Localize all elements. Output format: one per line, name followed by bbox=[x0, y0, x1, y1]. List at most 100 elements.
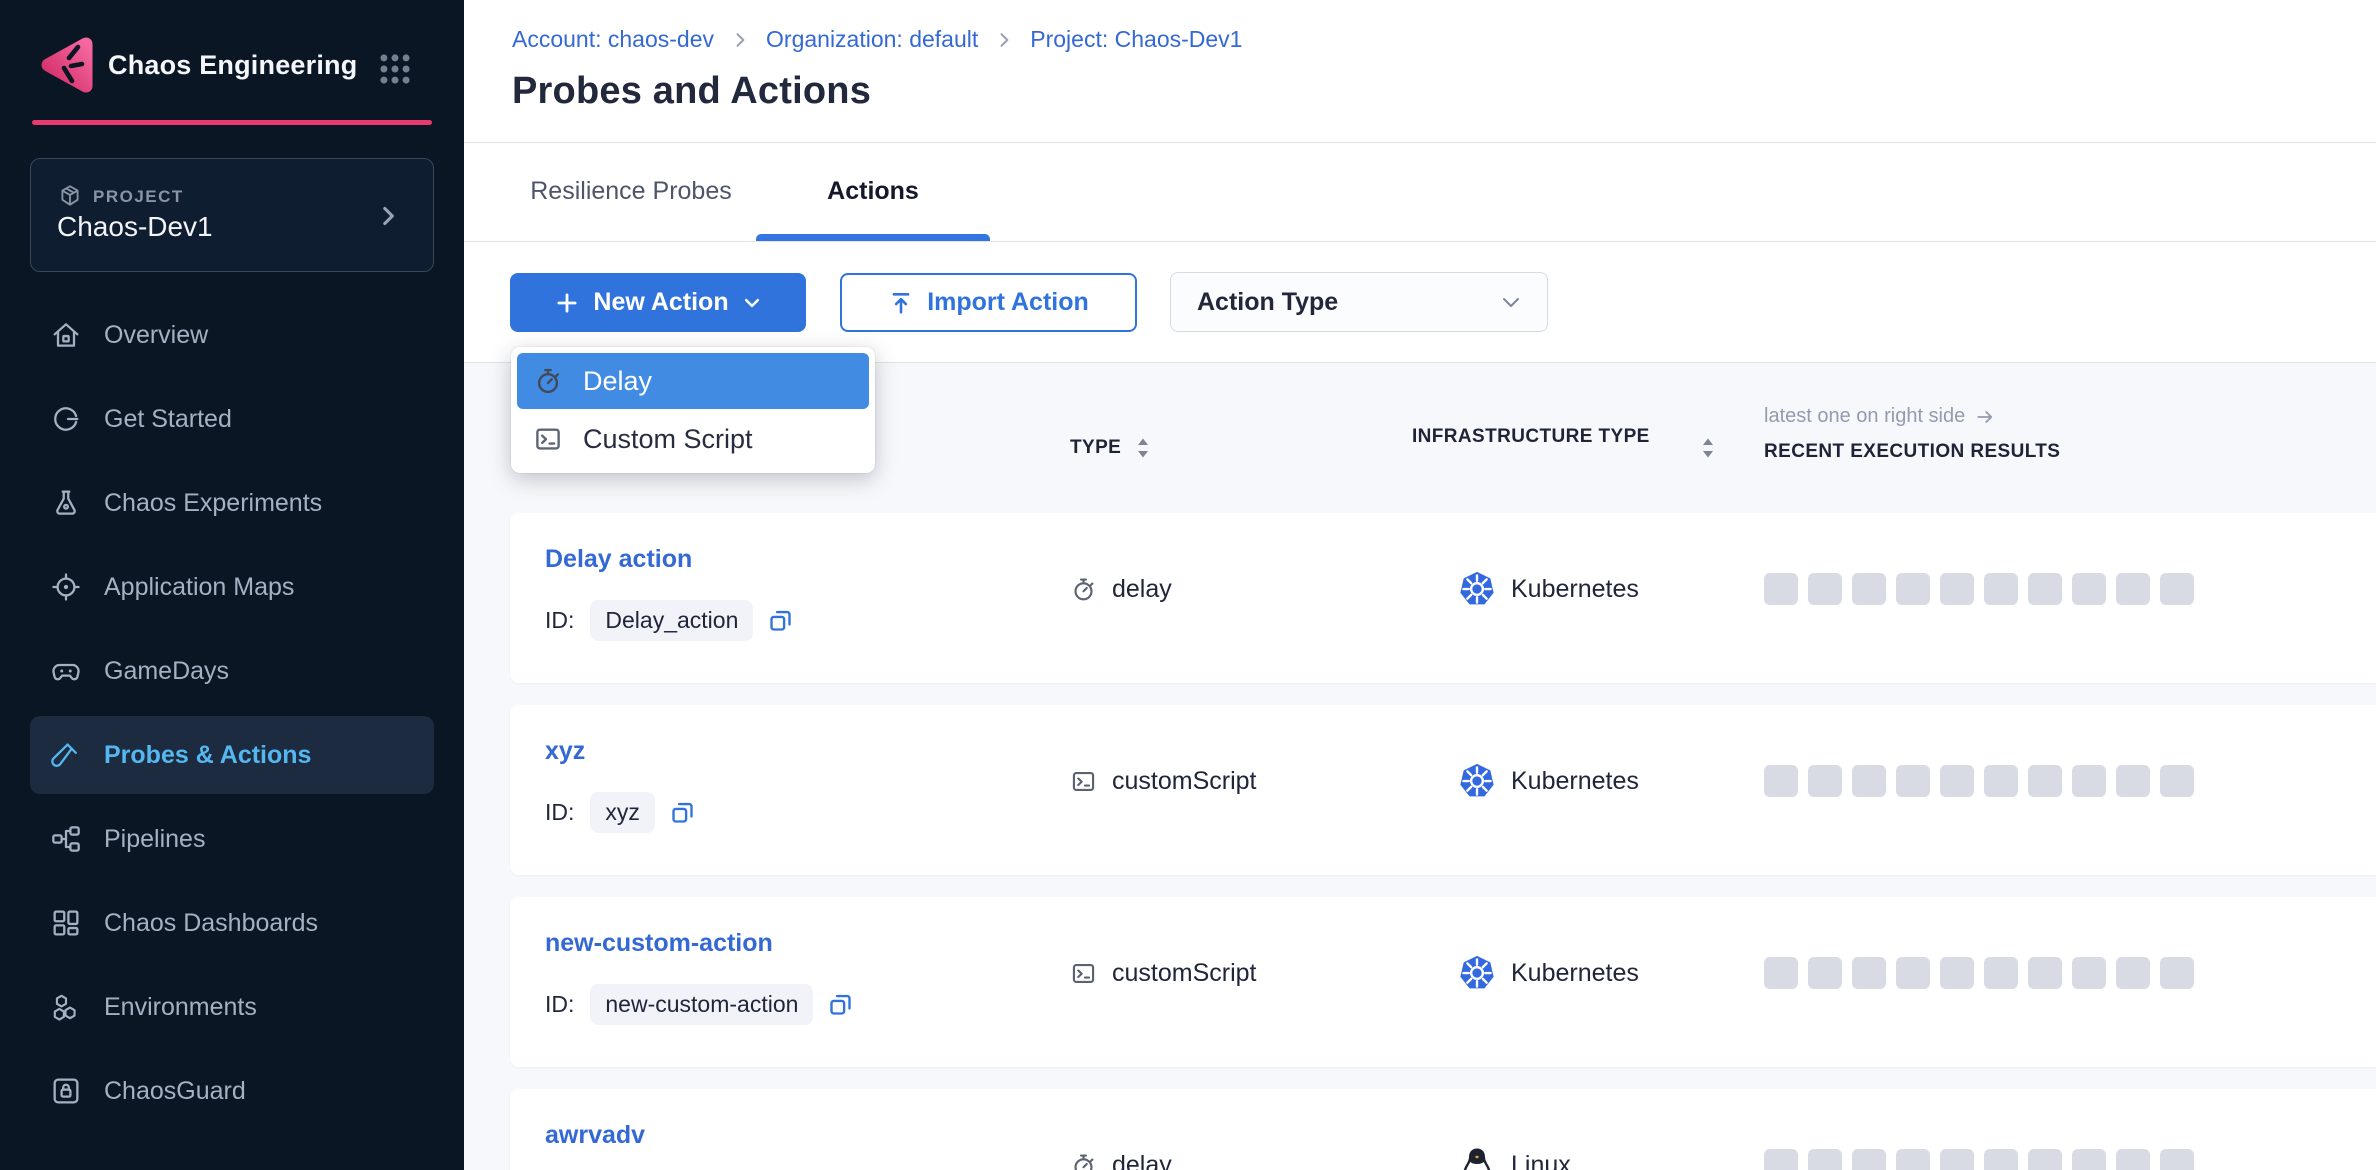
new-action-button[interactable]: New Action bbox=[510, 273, 806, 332]
nav-item-chaosguard[interactable]: ChaosGuard bbox=[30, 1052, 434, 1130]
nav-item-chaos-experiments[interactable]: Chaos Experiments bbox=[30, 464, 434, 542]
action-row-delay-action: Delay action ID: Delay_action delay Kubernet… bbox=[510, 513, 2376, 683]
action-type-select[interactable]: Action Type bbox=[1170, 272, 1548, 332]
infrastructure-type-cell: Kubernetes bbox=[1458, 953, 1639, 993]
nav-item-environments[interactable]: Environments bbox=[30, 968, 434, 1046]
plus-icon bbox=[554, 290, 580, 316]
active-tab-underline bbox=[756, 234, 990, 241]
execution-result-placeholder bbox=[2028, 573, 2062, 605]
menu-item-custom-script[interactable]: Custom Script bbox=[517, 411, 869, 467]
nav-item-label: Chaos Experiments bbox=[104, 489, 322, 518]
sidebar: Chaos Engineering PROJECT Chaos-Dev1 Ov bbox=[0, 0, 464, 1170]
nav-item-application-maps[interactable]: Application Maps bbox=[30, 548, 434, 626]
nav-item-get-started[interactable]: Get Started bbox=[30, 380, 434, 458]
sort-icon[interactable] bbox=[1700, 437, 1716, 459]
nav-item-label: Get Started bbox=[104, 405, 232, 434]
execution-result-placeholder bbox=[2160, 573, 2194, 605]
app-title: Chaos Engineering bbox=[108, 50, 357, 81]
breadcrumb-link-1[interactable]: Account: chaos-dev bbox=[512, 26, 714, 53]
recent-execution-results bbox=[1764, 761, 2194, 801]
execution-result-placeholder bbox=[1808, 573, 1842, 605]
flask-icon bbox=[50, 487, 82, 519]
action-id-line: ID: Delay_action bbox=[545, 599, 794, 641]
action-name-link[interactable]: xyz bbox=[545, 737, 585, 766]
kubernetes-icon bbox=[1458, 954, 1496, 992]
execution-result-placeholder bbox=[1940, 1149, 1974, 1170]
results-hint-label: latest one on right side bbox=[1764, 405, 1965, 428]
action-name-link[interactable]: Delay action bbox=[545, 545, 692, 574]
column-header-infrastructure-type[interactable]: INFRASTRUCTURE TYPE bbox=[1412, 423, 1664, 450]
sort-icon bbox=[1135, 437, 1151, 459]
nav-item-label: ChaosGuard bbox=[104, 1077, 246, 1106]
import-action-button[interactable]: Import Action bbox=[840, 273, 1137, 332]
execution-result-placeholder bbox=[1896, 1149, 1930, 1170]
nav-item-gamedays[interactable]: GameDays bbox=[30, 632, 434, 710]
import-action-label: Import Action bbox=[927, 288, 1089, 317]
copy-icon[interactable] bbox=[827, 991, 854, 1018]
action-name-link[interactable]: awrvadv bbox=[545, 1121, 645, 1150]
execution-result-placeholder bbox=[1896, 573, 1930, 605]
actions-table: TYPE INFRASTRUCTURE TYPE latest one on r… bbox=[464, 362, 2376, 1170]
nav-item-label: Application Maps bbox=[104, 573, 294, 602]
execution-result-placeholder bbox=[2028, 765, 2062, 797]
execution-result-placeholder bbox=[2072, 765, 2106, 797]
nav-item-pipelines[interactable]: Pipelines bbox=[30, 800, 434, 878]
action-type-cell: customScript bbox=[1070, 761, 1256, 801]
copy-icon[interactable] bbox=[767, 607, 794, 634]
execution-result-placeholder bbox=[1852, 957, 1886, 989]
module-grid-icon[interactable] bbox=[376, 50, 414, 88]
nav-item-label: Environments bbox=[104, 993, 257, 1022]
hexagons-icon bbox=[50, 991, 82, 1023]
nav-item-label: Probes & Actions bbox=[104, 741, 311, 770]
terminal-icon bbox=[1070, 960, 1097, 987]
breadcrumb-link-2[interactable]: Organization: default bbox=[766, 26, 978, 53]
nav-item-chaos-dashboards[interactable]: Chaos Dashboards bbox=[30, 884, 434, 962]
execution-result-placeholder bbox=[1852, 765, 1886, 797]
nav-item-overview[interactable]: Overview bbox=[30, 296, 434, 374]
execution-result-placeholder bbox=[2072, 957, 2106, 989]
new-action-label: New Action bbox=[593, 288, 728, 317]
action-row-new-custom-action: new-custom-actionID:new-custom-actioncus… bbox=[510, 897, 2376, 1067]
stopwatch-icon bbox=[1070, 576, 1097, 603]
target-icon bbox=[50, 571, 82, 603]
tab-resilience-probes[interactable]: Resilience Probes bbox=[510, 142, 752, 241]
id-label: ID: bbox=[545, 607, 574, 634]
action-id-value: xyz bbox=[590, 792, 655, 833]
execution-result-placeholder bbox=[1984, 765, 2018, 797]
action-name-link[interactable]: new-custom-action bbox=[545, 929, 773, 958]
execution-result-placeholder bbox=[1984, 1149, 2018, 1170]
stopwatch-icon bbox=[1070, 1152, 1097, 1170]
copy-icon[interactable] bbox=[669, 799, 696, 826]
execution-result-placeholder bbox=[1852, 1149, 1886, 1170]
terminal-icon bbox=[1070, 768, 1097, 795]
tab-actions[interactable]: Actions bbox=[752, 142, 994, 241]
nav-item-label: Chaos Dashboards bbox=[104, 909, 318, 938]
recent-execution-results bbox=[1764, 953, 2194, 993]
id-label: ID: bbox=[545, 991, 574, 1018]
chevron-down-icon bbox=[1499, 290, 1523, 314]
arrow-right-icon bbox=[1975, 407, 1995, 427]
project-selector[interactable]: PROJECT Chaos-Dev1 bbox=[30, 158, 434, 272]
execution-result-placeholder bbox=[2072, 1149, 2106, 1170]
column-header-type[interactable]: TYPE bbox=[1070, 437, 1151, 459]
nav-item-probes-actions[interactable]: Probes & Actions bbox=[30, 716, 434, 794]
cube-icon bbox=[57, 183, 83, 209]
action-row-awrvadv: awrvadvdelayLinux bbox=[510, 1089, 2376, 1170]
menu-item-delay[interactable]: Delay bbox=[517, 353, 869, 409]
chevron-right-icon bbox=[994, 30, 1014, 50]
action-type-cell: delay bbox=[1070, 569, 1172, 609]
infrastructure-type-value: Kubernetes bbox=[1511, 575, 1639, 604]
breadcrumb-link-3[interactable]: Project: Chaos-Dev1 bbox=[1030, 26, 1242, 53]
tabs-divider bbox=[464, 241, 2376, 242]
action-type-cell: customScript bbox=[1070, 953, 1256, 993]
menu-item-label: Custom Script bbox=[583, 424, 753, 455]
execution-result-placeholder bbox=[1984, 957, 2018, 989]
id-label: ID: bbox=[545, 799, 574, 826]
action-id-value: Delay_action bbox=[590, 600, 753, 641]
nav-item-label: GameDays bbox=[104, 657, 229, 686]
action-id-line: ID: xyz bbox=[545, 791, 696, 833]
action-type-value: delay bbox=[1112, 1151, 1172, 1170]
execution-result-placeholder bbox=[1896, 765, 1930, 797]
test-tube-icon bbox=[50, 739, 82, 771]
infrastructure-type-value: Kubernetes bbox=[1511, 959, 1639, 988]
